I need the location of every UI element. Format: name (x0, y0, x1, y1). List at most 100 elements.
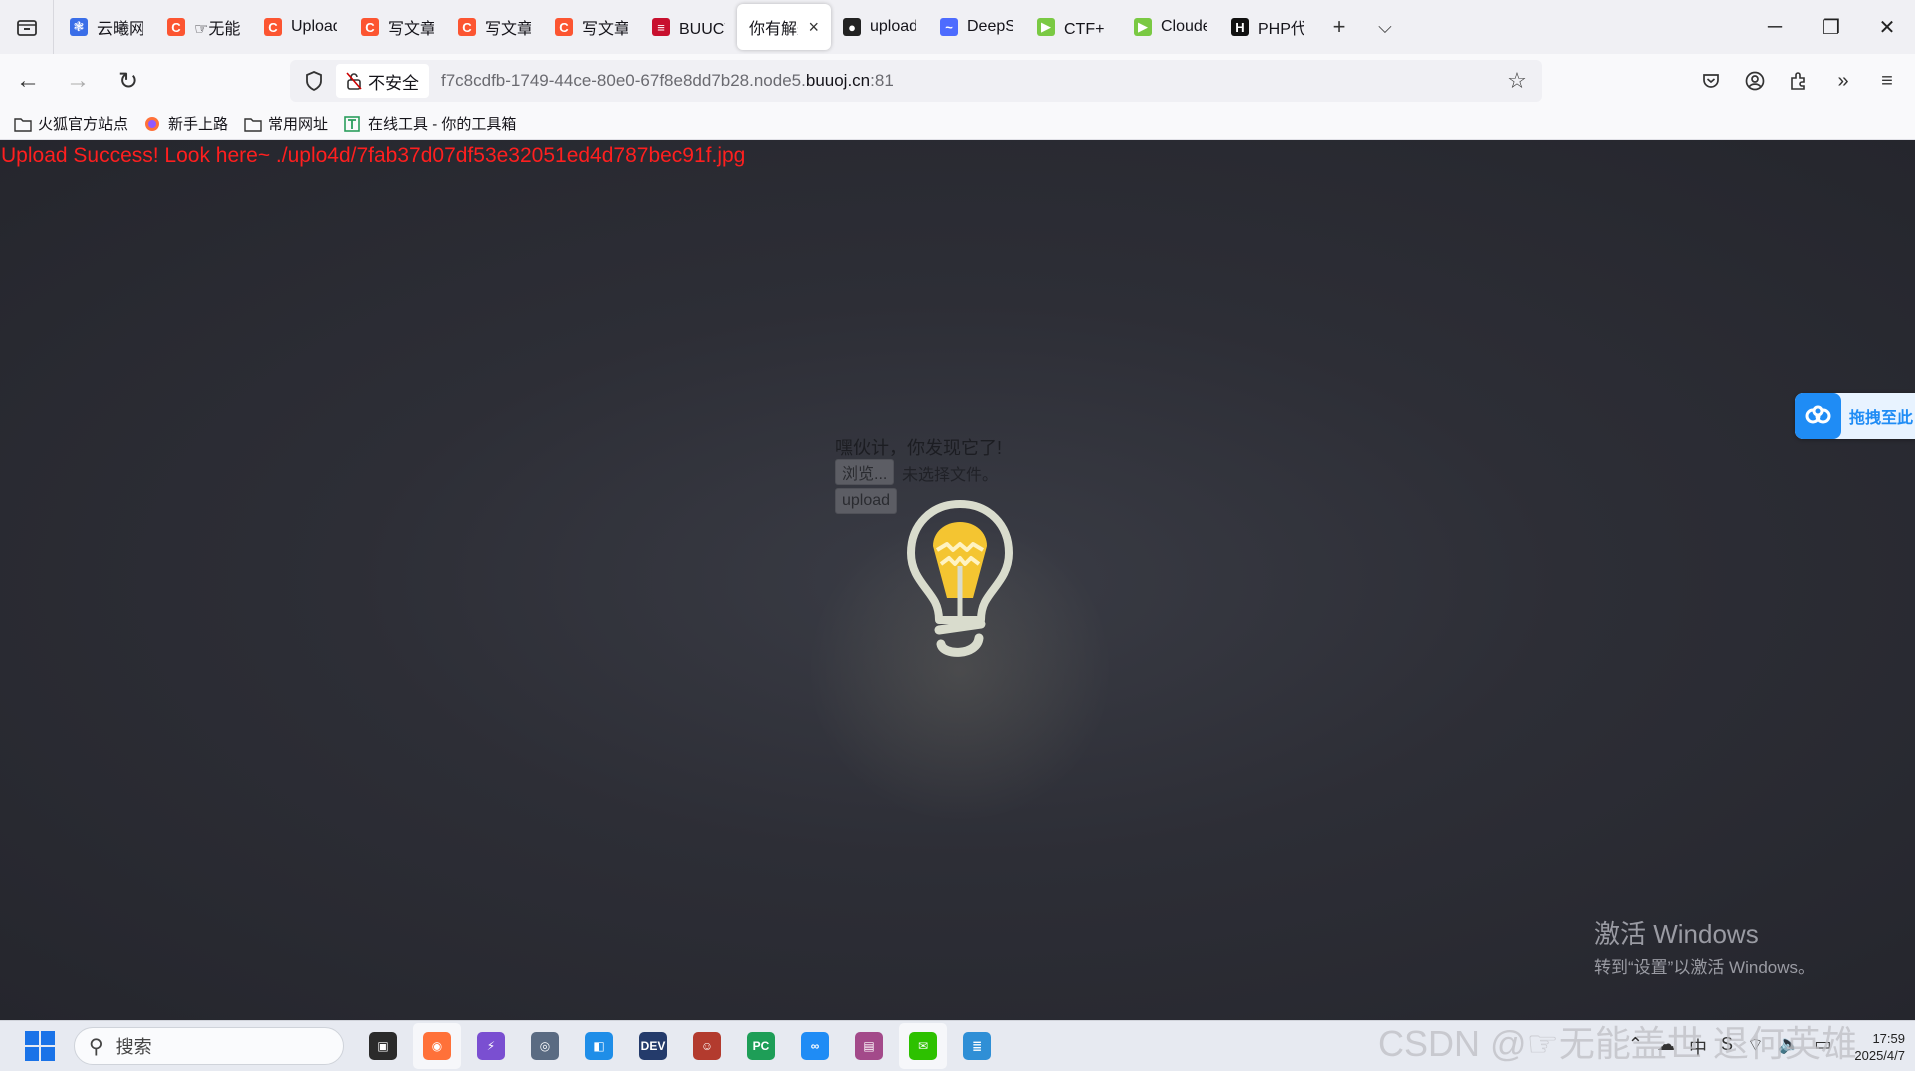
folder-icon (14, 116, 32, 132)
taskbar-app-winrar[interactable]: ▤ (845, 1023, 893, 1069)
taskbar-app-firefox[interactable]: ◉ (413, 1023, 461, 1069)
close-window-icon[interactable]: ✕ (1859, 0, 1915, 54)
taskbar-app-task-view[interactable]: ▣ (359, 1023, 407, 1069)
taskbar-app-pycharm[interactable]: PC (737, 1023, 785, 1069)
pocket-icon[interactable] (1689, 60, 1733, 102)
bookmark-label: 在线工具 - 你的工具箱 (368, 116, 517, 133)
upload-success-message: Upload Success! Look here~ ./uplo4d/7fab… (1, 144, 746, 167)
extensions-icon[interactable] (1777, 60, 1821, 102)
taskbar-search-box[interactable]: ⚲ 搜索 (74, 1027, 344, 1065)
baidu-netdisk-icon (1795, 393, 1841, 439)
windows-logo-pane (25, 1047, 39, 1061)
tab-favicon-icon: C (264, 18, 282, 36)
list-all-tabs-button[interactable]: ⌵ (1362, 4, 1408, 50)
browser-tab[interactable]: C ☞无能盖世 (155, 4, 252, 50)
toolbox-icon (344, 115, 362, 132)
tray-icon[interactable]: 中 (1689, 1034, 1707, 1060)
tab-title: 写文章-CS (388, 21, 434, 38)
windows-logo-pane (41, 1031, 55, 1045)
navigation-toolbar: ← → ↻ 不安全 f7c8cdfb-1749-44ce-80e0-67f8e8… (0, 54, 1915, 108)
browser-tab[interactable]: ❃ 云曦网络安 (58, 4, 155, 50)
taskbar-app-clash[interactable]: ◎ (521, 1023, 569, 1069)
start-button[interactable] (20, 1026, 60, 1066)
tab-favicon-icon: ❃ (70, 18, 88, 36)
folder-icon (244, 116, 262, 132)
browser-tab[interactable]: ▶ Cloudeve (1122, 4, 1219, 50)
taskbar-app-wechat[interactable]: ✉ (899, 1023, 947, 1069)
restore-icon[interactable]: ❐ (1803, 0, 1859, 54)
forward-button[interactable]: → (56, 59, 100, 103)
browser-tab[interactable]: ≡ BUUCTF在 (640, 4, 737, 50)
tray-icon[interactable]: ⌔ (1747, 1034, 1764, 1060)
browser-tab[interactable]: ▶ CTF+ 比赛 (1025, 4, 1122, 50)
browser-tab[interactable]: C 写文章-CS (543, 4, 640, 50)
app-menu-icon[interactable]: ≡ (1865, 60, 1909, 102)
close-tab-icon[interactable]: × (808, 17, 819, 38)
insecure-label: 不安全 (368, 73, 419, 93)
taskbar-app-vmware[interactable]: ◧ (575, 1023, 623, 1069)
taskbar-app-avatar-app[interactable]: ☺ (683, 1023, 731, 1069)
baidu-drop-label: 拖拽至此 (1849, 410, 1914, 427)
new-tab-button[interactable]: + (1316, 4, 1362, 50)
hidden-hint-text: 嘿伙计，你发现它了! (835, 438, 1003, 458)
tray-icon[interactable]: 🔈 (1778, 1034, 1800, 1060)
bookmark-item[interactable]: 火狐官方站点 (14, 113, 128, 134)
bookmark-star-icon[interactable]: ☆ (1500, 64, 1534, 98)
tracking-protection-shield-icon[interactable] (296, 63, 332, 99)
back-button[interactable]: ← (6, 59, 50, 103)
tab-strip: ❃ 云曦网络安 C ☞无能盖世 C Upload-la C 写文章-CS C 写文章-CS C 写文章… (0, 0, 1915, 54)
tab-favicon-icon: ▶ (1037, 18, 1055, 36)
activation-subtitle: 转到“设置”以激活 Windows。 (1594, 958, 1816, 977)
firefox-view-icon (16, 20, 37, 36)
browser-tab[interactable]: C 写文章-CS (446, 4, 543, 50)
reload-button[interactable]: ↻ (106, 59, 150, 103)
clash-icon: ◎ (531, 1032, 559, 1060)
taskbar-app-baidu-netdisk[interactable]: ∞ (791, 1023, 839, 1069)
tab-list: ❃ 云曦网络安 C ☞无能盖世 C Upload-la C 写文章-CS C 写文章-CS C 写文章… (54, 0, 1316, 54)
minimize-icon[interactable]: ─ (1747, 0, 1803, 54)
account-icon[interactable] (1733, 60, 1777, 102)
url-text[interactable]: f7c8cdfb-1749-44ce-80e0-67f8e8dd7b28.nod… (441, 71, 894, 91)
browser-tab[interactable]: 你有解题思 × (737, 4, 831, 50)
windows-taskbar: ⚲ 搜索 ▣ ◉ ⚡ ◎ ◧ DEV ☺ PC ∞ ▤ ✉ ≣ ⌃ ☁ 中 S ⌔ 🔈 ▭ 17:59 2025/… (0, 1020, 1915, 1071)
connection-insecure-badge[interactable]: 不安全 (336, 64, 429, 98)
bookmark-label: 新手上路 (168, 116, 229, 133)
vmware-icon: ◧ (585, 1032, 613, 1060)
avatar-app-icon: ☺ (693, 1032, 721, 1060)
tray-icons: ⌃ ☁ 中 S ⌔ 🔈 ▭ (1621, 1034, 1838, 1060)
bookmark-item[interactable]: 常用网址 (244, 113, 328, 134)
windows-logo-pane (41, 1047, 55, 1061)
search-placeholder: 搜索 (115, 1037, 152, 1057)
baidu-netdisk-drop-widget[interactable]: 拖拽至此 (1795, 393, 1915, 439)
browser-tab[interactable]: ~ DeepSeek (928, 4, 1025, 50)
tray-icon[interactable]: ☁ (1657, 1034, 1675, 1060)
tab-list-button[interactable] (0, 0, 54, 54)
tray-icon[interactable]: S (1721, 1034, 1733, 1060)
bookmark-item[interactable]: 新手上路 (144, 113, 228, 134)
address-bar[interactable]: 不安全 f7c8cdfb-1749-44ce-80e0-67f8e8dd7b28… (290, 60, 1542, 102)
browser-tab[interactable]: C 写文章-CS (349, 4, 446, 50)
tab-favicon-icon: C (555, 18, 573, 36)
taskbar-app-notepad[interactable]: ≣ (953, 1023, 1001, 1069)
taskbar-app-dev-cpp[interactable]: DEV (629, 1023, 677, 1069)
file-browse-button[interactable]: 浏览... (835, 459, 895, 485)
url-port: :81 (870, 71, 894, 90)
tab-title: Cloudeve (1161, 18, 1207, 35)
browser-tab[interactable]: C Upload-la (252, 4, 349, 50)
bookmark-item[interactable]: 在线工具 - 你的工具箱 (344, 113, 516, 134)
system-tray: ⌃ ☁ 中 S ⌔ 🔈 ▭ 17:59 2025/4/7 (1621, 1021, 1905, 1071)
bookmark-label: 火狐官方站点 (38, 116, 129, 133)
tab-title: ☞无能盖世 (194, 21, 240, 38)
clock[interactable]: 17:59 2025/4/7 (1854, 1030, 1905, 1064)
wechat-icon: ✉ (909, 1032, 937, 1060)
tab-title: 写文章-CS (485, 21, 531, 38)
upload-submit-button[interactable]: upload (835, 488, 898, 514)
browser-tab[interactable]: ● upload-la (831, 4, 928, 50)
browser-tab[interactable]: H PHP代码审 (1219, 4, 1316, 50)
taskbar-app-visual-studio[interactable]: ⚡ (467, 1023, 515, 1069)
pycharm-icon: PC (747, 1032, 775, 1060)
more-tools-chevron-icon[interactable]: » (1821, 60, 1865, 102)
tray-icon[interactable]: ⌃ (1628, 1034, 1643, 1060)
lightbulb-icon[interactable] (903, 498, 1017, 663)
tray-icon[interactable]: ▭ (1814, 1034, 1831, 1060)
